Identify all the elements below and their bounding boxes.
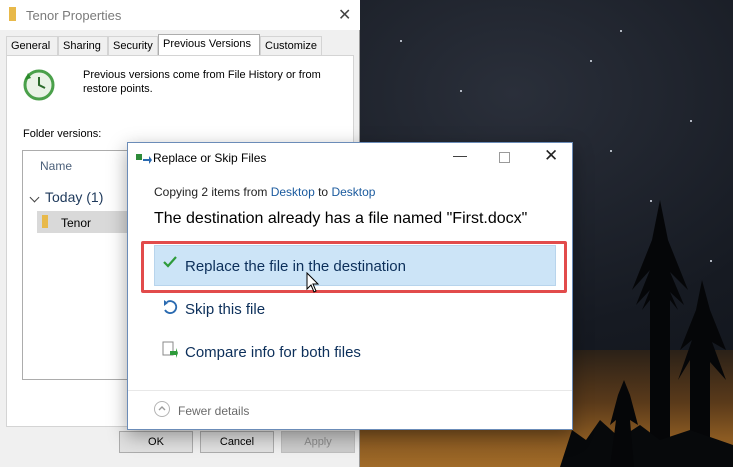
- list-item[interactable]: Tenor: [37, 211, 129, 233]
- tab-general[interactable]: General: [6, 36, 58, 55]
- previous-versions-description: Previous versions come from File History…: [83, 69, 321, 95]
- skip-arrow-icon: [164, 300, 178, 314]
- conflict-message: The destination already has a file named…: [154, 210, 528, 227]
- copying-status: Copying 2 items from Desktop to Desktop: [154, 185, 375, 199]
- cancel-button[interactable]: Cancel: [200, 431, 274, 453]
- tab-security[interactable]: Security: [108, 36, 158, 55]
- chevron-down-icon[interactable]: [29, 192, 40, 203]
- chevron-up-circle-icon[interactable]: [154, 401, 170, 417]
- folder-icon: [9, 7, 16, 21]
- close-icon[interactable]: ✕: [544, 146, 558, 166]
- checkmark-icon: [163, 256, 177, 268]
- folder-versions-label: Folder versions:: [23, 128, 102, 140]
- skip-option-label[interactable]: Skip this file: [185, 301, 265, 318]
- tab-previous-versions[interactable]: Previous Versions: [158, 34, 260, 55]
- close-icon[interactable]: ✕: [338, 5, 351, 25]
- replace-or-skip-dialog: Replace or Skip Files — ✕ Copying 2 item…: [127, 142, 573, 430]
- copying-mid: to: [314, 185, 332, 199]
- maximize-icon[interactable]: [499, 152, 510, 163]
- dialog-separator: [128, 390, 572, 391]
- properties-title: Tenor Properties: [26, 8, 122, 23]
- compare-option-label[interactable]: Compare info for both files: [185, 344, 361, 361]
- destination-folder-link[interactable]: Desktop: [331, 185, 375, 199]
- apply-button[interactable]: Apply: [281, 431, 355, 453]
- folder-icon: [42, 215, 48, 228]
- history-clock-icon: [23, 69, 55, 101]
- source-folder-link[interactable]: Desktop: [271, 185, 315, 199]
- tab-customize[interactable]: Customize: [260, 36, 322, 55]
- tab-sharing[interactable]: Sharing: [58, 36, 108, 55]
- dialog-title: Replace or Skip Files: [153, 151, 267, 165]
- minimize-icon[interactable]: —: [453, 147, 467, 163]
- mouse-pointer-icon: [306, 272, 320, 293]
- column-header-name[interactable]: Name: [40, 159, 72, 173]
- folder-versions-list[interactable]: Name Today (1) Tenor: [22, 150, 129, 380]
- compare-icon: [162, 341, 178, 358]
- properties-titlebar: Tenor Properties ✕: [0, 0, 360, 30]
- group-header-today[interactable]: Today (1): [45, 189, 103, 205]
- list-item-label: Tenor: [61, 216, 92, 230]
- fewer-details-toggle[interactable]: Fewer details: [178, 404, 249, 418]
- copying-prefix: Copying 2 items from: [154, 185, 271, 199]
- ok-button[interactable]: OK: [119, 431, 193, 453]
- replace-option-label[interactable]: Replace the file in the destination: [185, 258, 406, 275]
- copy-files-icon: [136, 154, 152, 164]
